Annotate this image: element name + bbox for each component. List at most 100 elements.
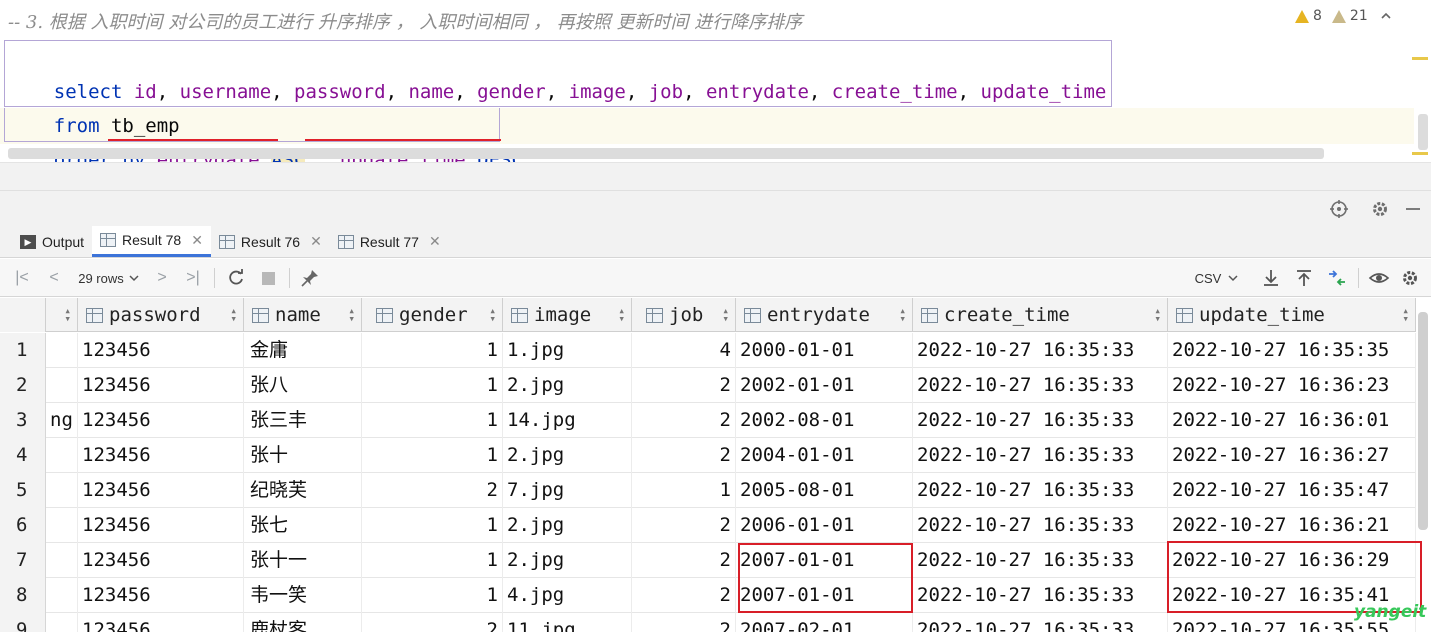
cell-name[interactable]: 纪晓芙 <box>244 473 362 508</box>
cell-entrydate[interactable]: 2000-01-01 <box>736 333 913 368</box>
column-header-image[interactable]: image ▴ ▾ <box>503 298 632 332</box>
last-page-icon[interactable]: >| <box>183 268 203 288</box>
eye-icon[interactable] <box>1368 268 1390 288</box>
cell-create-time[interactable]: 2022-10-27 16:35:33 <box>913 613 1168 632</box>
cell-name[interactable]: 张十 <box>244 438 362 473</box>
row-number[interactable]: 9 <box>0 613 46 632</box>
cell-name[interactable]: 张八 <box>244 368 362 403</box>
pin-icon[interactable] <box>300 268 320 288</box>
cell-entrydate[interactable]: 2002-08-01 <box>736 403 913 438</box>
cell-entrydate[interactable]: 2007-01-01 <box>736 578 913 613</box>
cell-password[interactable]: 123456 <box>78 473 244 508</box>
editor-vertical-scrollbar[interactable] <box>1418 114 1428 150</box>
cell-image[interactable]: 14.jpg <box>503 403 632 438</box>
cell-name[interactable]: 金庸 <box>244 333 362 368</box>
sort-icon[interactable]: ▴ ▾ <box>230 305 237 324</box>
editor-horizontal-scrollbar[interactable] <box>8 148 1324 159</box>
refresh-icon[interactable] <box>226 268 246 288</box>
close-icon[interactable]: ✕ <box>310 233 322 250</box>
result-grid[interactable]: ▴ ▾ password ▴ ▾ name ▴ ▾ gender ▴ ▾ image ▴ ▾ jo… <box>0 298 1416 632</box>
cell-partial-username[interactable] <box>46 333 78 368</box>
cell-partial-username[interactable] <box>46 438 78 473</box>
cell-image[interactable]: 4.jpg <box>503 578 632 613</box>
cell-job[interactable]: 2 <box>632 368 736 403</box>
settings-icon[interactable] <box>1400 268 1420 288</box>
row-number[interactable]: 5 <box>0 473 46 508</box>
sort-icon[interactable]: ▴ ▾ <box>489 305 496 324</box>
cell-name[interactable]: 鹿杖客 <box>244 613 362 632</box>
column-header-partial[interactable]: ▴ ▾ <box>46 298 78 332</box>
gear-icon[interactable] <box>1370 199 1390 219</box>
cell-create-time[interactable]: 2022-10-27 16:35:33 <box>913 473 1168 508</box>
tab-result-76[interactable]: Result 76 ✕ <box>211 226 330 257</box>
cell-gender[interactable]: 1 <box>362 368 503 403</box>
cell-job[interactable]: 2 <box>632 543 736 578</box>
cell-password[interactable]: 123456 <box>78 578 244 613</box>
cell-entrydate[interactable]: 2007-02-01 <box>736 613 913 632</box>
cell-create-time[interactable]: 2022-10-27 16:35:33 <box>913 368 1168 403</box>
cell-job[interactable]: 2 <box>632 508 736 543</box>
column-header-password[interactable]: password ▴ ▾ <box>78 298 244 332</box>
cell-password[interactable]: 123456 <box>78 613 244 632</box>
cell-entrydate[interactable]: 2007-01-01 <box>736 543 913 578</box>
cell-update-time[interactable]: 2022-10-27 16:36:29 <box>1168 543 1416 578</box>
sql-editor[interactable]: -- 3. 根据 入职时间 对公司的员工进行 升序排序 ， 入职时间相同 ， 再… <box>0 0 1431 171</box>
cell-job[interactable]: 1 <box>632 473 736 508</box>
sort-icon[interactable]: ▴ ▾ <box>618 305 625 324</box>
cell-password[interactable]: 123456 <box>78 508 244 543</box>
cell-password[interactable]: 123456 <box>78 403 244 438</box>
cell-partial-username[interactable] <box>46 613 78 632</box>
cell-update-time[interactable]: 2022-10-27 16:35:35 <box>1168 333 1416 368</box>
row-number[interactable]: 3 <box>0 403 46 438</box>
row-number[interactable]: 4 <box>0 438 46 473</box>
panel-splitter[interactable] <box>0 162 1431 190</box>
cell-name[interactable]: 韦一笑 <box>244 578 362 613</box>
cell-entrydate[interactable]: 2004-01-01 <box>736 438 913 473</box>
previous-page-icon[interactable]: < <box>44 268 64 288</box>
row-number[interactable]: 2 <box>0 368 46 403</box>
cell-update-time[interactable]: 2022-10-27 16:35:47 <box>1168 473 1416 508</box>
cell-gender[interactable]: 2 <box>362 613 503 632</box>
table-row[interactable]: 9 123456 鹿杖客 2 11.jpg 2 2007-02-01 2022-10-27 1… <box>0 613 1416 632</box>
cell-image[interactable]: 2.jpg <box>503 368 632 403</box>
cell-gender[interactable]: 1 <box>362 333 503 368</box>
cell-create-time[interactable]: 2022-10-27 16:35:33 <box>913 508 1168 543</box>
cell-create-time[interactable]: 2022-10-27 16:35:33 <box>913 403 1168 438</box>
sort-icon[interactable]: ▴ ▾ <box>348 305 355 324</box>
cell-update-time[interactable]: 2022-10-27 16:36:21 <box>1168 508 1416 543</box>
cell-password[interactable]: 123456 <box>78 333 244 368</box>
rows-selector[interactable]: 29 rows <box>74 268 144 288</box>
column-header-job[interactable]: job ▴ ▾ <box>632 298 736 332</box>
cell-gender[interactable]: 1 <box>362 578 503 613</box>
sort-icon[interactable]: ▴ ▾ <box>64 305 71 324</box>
cell-job[interactable]: 4 <box>632 333 736 368</box>
cell-update-time[interactable]: 2022-10-27 16:36:27 <box>1168 438 1416 473</box>
close-icon[interactable]: ✕ <box>191 232 203 249</box>
row-number[interactable]: 6 <box>0 508 46 543</box>
cell-create-time[interactable]: 2022-10-27 16:35:33 <box>913 333 1168 368</box>
cell-gender[interactable]: 1 <box>362 403 503 438</box>
table-row[interactable]: 2 123456 张八 1 2.jpg 2 2002-01-01 2022-10-27 16:… <box>0 368 1416 403</box>
cell-name[interactable]: 张七 <box>244 508 362 543</box>
sort-icon[interactable]: ▴ ▾ <box>1402 305 1409 324</box>
cell-entrydate[interactable]: 2002-01-01 <box>736 368 913 403</box>
cell-image[interactable]: 1.jpg <box>503 333 632 368</box>
column-header-create-time[interactable]: create_time ▴ ▾ <box>913 298 1168 332</box>
cell-entrydate[interactable]: 2006-01-01 <box>736 508 913 543</box>
column-header-update-time[interactable]: update_time ▴ ▾ <box>1168 298 1416 332</box>
compare-icon[interactable] <box>1326 268 1348 288</box>
cell-create-time[interactable]: 2022-10-27 16:35:33 <box>913 543 1168 578</box>
cell-password[interactable]: 123456 <box>78 368 244 403</box>
inspection-widget[interactable]: 8 21 <box>1295 8 1392 24</box>
cell-image[interactable]: 2.jpg <box>503 508 632 543</box>
cell-gender[interactable]: 1 <box>362 508 503 543</box>
table-row[interactable]: 3 ng 123456 张三丰 1 14.jpg 2 2002-08-01 2022-10-27… <box>0 403 1416 438</box>
cell-update-time[interactable]: 2022-10-27 16:36:23 <box>1168 368 1416 403</box>
cell-partial-username[interactable]: ng <box>46 403 78 438</box>
tab-result-78[interactable]: Result 78 ✕ <box>92 226 211 257</box>
cell-password[interactable]: 123456 <box>78 543 244 578</box>
table-row[interactable]: 8 123456 韦一笑 1 4.jpg 2 2007-01-01 2022-10-27 16… <box>0 578 1416 613</box>
cell-create-time[interactable]: 2022-10-27 16:35:33 <box>913 438 1168 473</box>
table-row[interactable]: 7 123456 张十一 1 2.jpg 2 2007-01-01 2022-10-27 16… <box>0 543 1416 578</box>
cell-gender[interactable]: 1 <box>362 438 503 473</box>
